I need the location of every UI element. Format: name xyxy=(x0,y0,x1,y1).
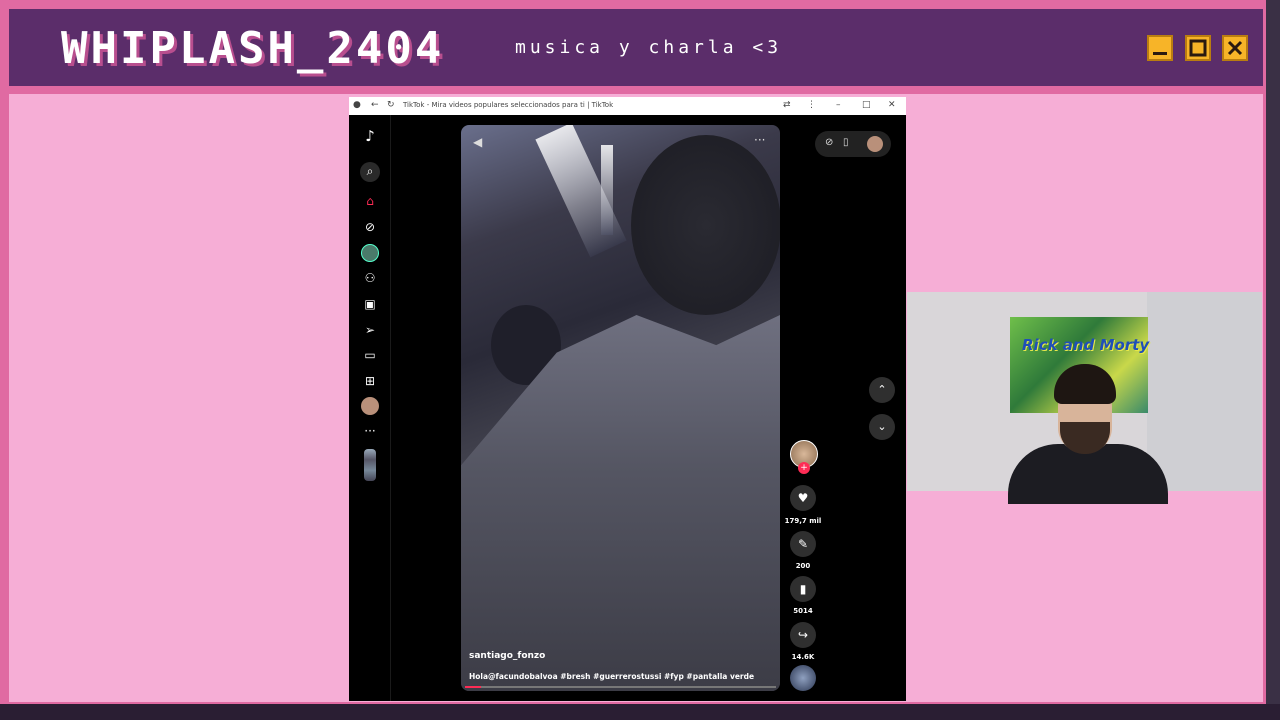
friends-icon[interactable]: ⚇ xyxy=(361,269,379,287)
home-icon[interactable]: ⌂ xyxy=(361,192,379,210)
video-caption: Hola@facundobalvoa #bresh #guerrerostuss… xyxy=(469,672,755,681)
device-icon[interactable]: ▯ xyxy=(843,137,849,148)
video-player[interactable]: ◀ ··· santiago_fonzo Hola@facundobalvoa … xyxy=(461,125,780,691)
overlay-bottom-bar xyxy=(0,704,1280,720)
comment-icon[interactable]: ✎ xyxy=(790,531,816,557)
tiktok-logo-icon[interactable]: ♪ xyxy=(361,127,379,145)
streamer xyxy=(1008,364,1168,504)
window-minimize-icon[interactable]: – xyxy=(836,100,841,110)
window-maximize-icon[interactable]: □ xyxy=(862,100,871,110)
browser-titlebar: ● ← ↻ TikTok - Mira videos populares sel… xyxy=(349,97,906,115)
top-right-controls: ⊘ ▯ xyxy=(815,131,891,157)
browser-window: ● ← ↻ TikTok - Mira videos populares sel… xyxy=(349,97,906,701)
streamer-hair xyxy=(1054,364,1116,404)
reload-icon[interactable]: ↻ xyxy=(387,100,395,110)
coins-icon[interactable]: ⊘ xyxy=(825,137,833,148)
follow-plus-icon[interactable]: + xyxy=(798,462,810,474)
bookmark-icon[interactable]: ▮ xyxy=(790,576,816,602)
minimize-icon xyxy=(1147,35,1173,61)
back-icon[interactable]: ← xyxy=(371,100,379,110)
kebab-menu-icon[interactable]: ⋮ xyxy=(807,100,816,110)
tab-title: TikTok - Mira videos populares seleccion… xyxy=(403,101,614,109)
video-subject-head xyxy=(631,135,780,315)
more-icon[interactable]: ··· xyxy=(361,422,379,440)
live-icon[interactable]: ▣ xyxy=(361,295,379,313)
chevron-down-icon[interactable]: ⌄ xyxy=(869,414,895,440)
share-count: 14.6K xyxy=(791,653,815,661)
search-icon[interactable]: ⌕ xyxy=(360,162,380,182)
video-username[interactable]: santiago_fonzo xyxy=(469,651,545,661)
upload-icon[interactable]: ⊞ xyxy=(361,372,379,390)
following-avatar-icon[interactable] xyxy=(361,244,379,262)
overlay-titlebar: WHIPLASH_2404 musica y charla <3 xyxy=(9,9,1263,86)
stream-subtitle: musica y charla <3 xyxy=(515,37,783,58)
chevron-up-icon[interactable]: ⌃ xyxy=(869,377,895,403)
video-options-icon[interactable]: ··· xyxy=(754,133,765,147)
translate-icon[interactable]: ⇄ xyxy=(783,100,791,110)
inbox-icon[interactable]: ▭ xyxy=(361,346,379,364)
explore-icon[interactable]: ⊘ xyxy=(361,218,379,236)
right-edge-strip xyxy=(1266,0,1280,720)
maximize-icon xyxy=(1185,35,1211,61)
like-count: 179,7 mil xyxy=(784,517,822,525)
tiktok-sidebar: ♪ ⌕ ⌂ ⊘ ⚇ ▣ ➢ ▭ ⊞ ··· xyxy=(349,115,391,701)
comment-count: 200 xyxy=(795,562,811,570)
user-avatar-icon[interactable] xyxy=(867,136,883,152)
messages-icon[interactable]: ➢ xyxy=(361,321,379,339)
music-disc-icon[interactable] xyxy=(790,665,816,691)
video-progress-fill xyxy=(465,686,481,688)
tiktok-favicon-icon: ● xyxy=(353,100,361,110)
like-icon[interactable]: ♥ xyxy=(790,485,816,511)
poster-title: Rick and Morty xyxy=(1022,336,1150,354)
channel-brand: WHIPLASH_2404 xyxy=(61,23,445,74)
save-count: 5014 xyxy=(793,607,813,615)
light-beam xyxy=(601,145,613,235)
sidebar-thumbnail[interactable] xyxy=(364,449,376,481)
profile-icon[interactable] xyxy=(361,397,379,415)
video-progress-bar[interactable] xyxy=(465,686,776,688)
window-close-icon[interactable]: ✕ xyxy=(888,100,896,110)
share-icon[interactable]: ↪ xyxy=(790,622,816,648)
close-icon xyxy=(1222,35,1248,61)
mute-icon[interactable]: ◀ xyxy=(473,135,482,149)
